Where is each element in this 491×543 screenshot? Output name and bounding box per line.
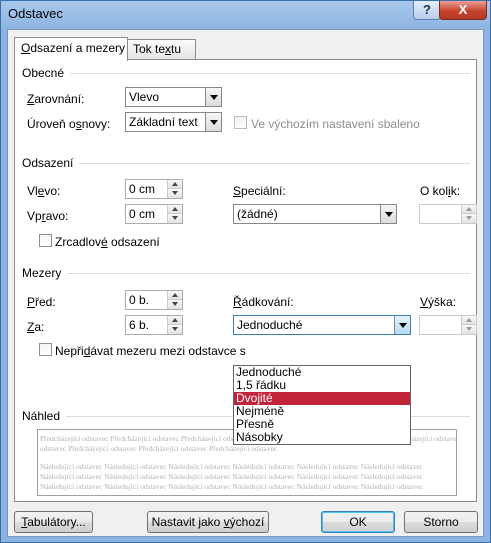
vlevo-value: 0 cm (129, 182, 156, 196)
window-title: Odstavec (8, 6, 63, 21)
specialni-value: (žádné) (237, 207, 278, 221)
tab-odsazeni-a-mezery[interactable]: Odsazení a mezery (14, 37, 128, 61)
spin-down-icon[interactable] (461, 214, 476, 223)
title-bar[interactable]: Odstavec ? X (1, 1, 490, 29)
dialog-body: Odsazení a mezery Tok textu Obecné Zarov… (7, 29, 484, 537)
vpravo-label: Vpravo: (27, 209, 69, 223)
pred-spinner[interactable]: 0 b. (125, 290, 183, 310)
ok-button[interactable]: OK (321, 511, 395, 533)
specialni-select[interactable]: (žádné) (233, 204, 397, 224)
za-value: 6 b. (129, 318, 150, 332)
group-line-obecne (22, 73, 470, 74)
chevron-down-icon[interactable] (205, 88, 221, 106)
uroven-osnovy-value: Základní text (129, 115, 198, 129)
spin-down-icon[interactable] (167, 189, 182, 198)
pred-value: 0 b. (129, 293, 150, 307)
vlevo-spinner[interactable]: 0 cm (125, 179, 183, 199)
chevron-down-icon[interactable] (205, 113, 221, 131)
vyska-label: Výška: (420, 295, 457, 309)
vlevo-label: Vlevo: (27, 184, 61, 198)
chevron-down-icon[interactable] (394, 316, 410, 334)
group-line-mezery (22, 273, 470, 274)
tab-panel: Obecné Zarovnání: Vlevo Úroveň osnovy: Z… (14, 59, 477, 502)
o-kolik-spinner[interactable] (419, 204, 477, 224)
spin-up-icon[interactable] (167, 180, 182, 189)
group-heading-odsazeni: Odsazení (22, 156, 80, 170)
collapse-label: Ve výchozím nastavení sbaleno (251, 117, 420, 131)
za-spinner[interactable]: 6 b. (125, 315, 183, 335)
preview-next-line: Následující odstavec Následující odstave… (40, 482, 423, 491)
option-nasobky[interactable]: Násobky (234, 431, 410, 444)
spin-down-icon[interactable] (167, 325, 182, 334)
radkovani-select[interactable]: Jednoduché (233, 315, 411, 335)
spin-up-icon[interactable] (167, 205, 182, 214)
specialni-label: Speciální: (233, 184, 286, 198)
group-heading-obecne: Obecné (22, 66, 71, 80)
zrcadlove-odsazeni-label: Zrcadlové odsazení (55, 235, 160, 249)
chevron-down-icon[interactable] (380, 205, 396, 223)
set-default-button[interactable]: Nastavit jako výchozí (147, 511, 269, 533)
zarovnani-label: Zarovnání: (27, 92, 85, 106)
group-line-odsazeni (22, 163, 470, 164)
spin-down-icon[interactable] (167, 214, 182, 223)
spin-down-icon[interactable] (461, 325, 476, 334)
preview-next-line: Následující odstavec Následující odstave… (40, 472, 423, 481)
zrcadlove-odsazeni-checkbox[interactable] (39, 234, 52, 247)
radkovani-dropdown-list[interactable]: Jednoduché 1,5 řádku Dvojité Nejméně Pře… (233, 365, 411, 445)
vyska-spinner[interactable] (419, 315, 477, 335)
spin-up-icon[interactable] (461, 316, 476, 325)
spin-up-icon[interactable] (461, 205, 476, 214)
collapse-checkbox[interactable] (234, 116, 247, 129)
close-button[interactable]: X (439, 1, 487, 20)
vpravo-value: 0 cm (129, 207, 156, 221)
preview-next-line: Následující odstavec Následující odstave… (40, 462, 423, 471)
nepridavat-mezeru-checkbox[interactable] (39, 343, 52, 356)
pred-label: Před: (27, 295, 56, 309)
group-heading-nahled: Náhled (22, 409, 67, 423)
spin-up-icon[interactable] (167, 291, 182, 300)
group-heading-mezery: Mezery (22, 266, 68, 280)
radkovani-value: Jednoduché (237, 318, 303, 332)
cancel-button[interactable]: Storno (404, 511, 478, 533)
uroven-osnovy-select[interactable]: Základní text (125, 112, 222, 132)
zarovnani-value: Vlevo (129, 90, 160, 104)
za-label: Za: (27, 320, 45, 334)
spin-up-icon[interactable] (167, 316, 182, 325)
vpravo-spinner[interactable]: 0 cm (125, 204, 183, 224)
tabulatory-button[interactable]: Tabulátory... (14, 511, 93, 533)
uroven-osnovy-label: Úroveň osnovy: (27, 117, 111, 131)
dialog-window: Odstavec ? X Odsazení a mezery Tok textu… (0, 0, 491, 543)
help-button[interactable]: ? (413, 1, 441, 20)
preview-prev-line: odstavec Předcházející odstavec Předcház… (40, 444, 278, 453)
radkovani-label: Řádkování: (233, 295, 294, 309)
o-kolik-label: O kolik: (420, 184, 461, 198)
spin-down-icon[interactable] (167, 300, 182, 309)
tab-tok-textu[interactable]: Tok textu (126, 39, 196, 59)
zarovnani-select[interactable]: Vlevo (125, 87, 222, 107)
nepridavat-mezeru-label: Nepřidávat mezeru mezi odstavce s (55, 344, 246, 358)
